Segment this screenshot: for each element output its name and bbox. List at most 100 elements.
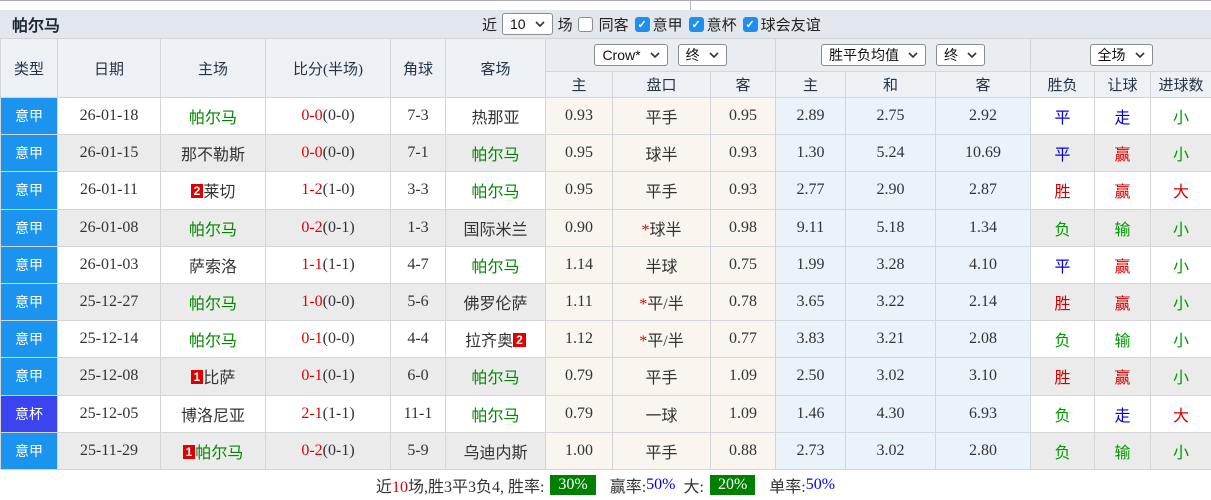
result-cell: 负 bbox=[1030, 208, 1095, 247]
avg-time-select[interactable]: 终 bbox=[936, 44, 985, 66]
corner-cell: 7-1 bbox=[390, 134, 446, 173]
full-match-select[interactable]: 全场 bbox=[1089, 44, 1153, 66]
single-label: 单率: bbox=[769, 479, 806, 496]
goals-result-cell: 小 bbox=[1149, 134, 1211, 173]
league-cell: 意甲 bbox=[0, 171, 58, 210]
corner-cell: 7-3 bbox=[390, 96, 446, 136]
away-team-cell: 乌迪内斯 bbox=[445, 431, 546, 471]
corner-cell: 11-1 bbox=[390, 394, 446, 433]
odds-company-select[interactable]: Crow* bbox=[594, 44, 668, 66]
avg-draw-odds-cell: 3.28 bbox=[845, 245, 936, 284]
odds-company-value: Crow* bbox=[602, 47, 641, 63]
goals-result-cell: 小 bbox=[1149, 245, 1211, 284]
avg-draw-odds-cell: 3.02 bbox=[845, 357, 936, 396]
result-cell: 胜 bbox=[1030, 282, 1095, 322]
crow-away-odds-cell: 1.09 bbox=[710, 357, 776, 396]
filter-checkbox-1[interactable]: ✓ 意甲 bbox=[634, 14, 683, 35]
league-cell: 意甲 bbox=[0, 96, 58, 136]
table-body: 意甲 26-01-18 帕尔马 0-0(0-0) 7-3 热那亚 0.93 平手 0.95 2.8… bbox=[0, 96, 1211, 471]
result-cell: 平 bbox=[1030, 96, 1095, 136]
red-card-badge: 1 bbox=[182, 444, 196, 459]
col-header-away: 客场 bbox=[445, 38, 546, 98]
avg-away-odds-cell: 2.80 bbox=[935, 431, 1031, 471]
team-name: 拉齐奥 bbox=[465, 333, 514, 351]
goals-result-cell: 小 bbox=[1149, 96, 1211, 136]
handicap-result-cell: 赢 bbox=[1094, 171, 1151, 210]
avg-home-odds-cell: 1.99 bbox=[775, 245, 846, 284]
goals-result-cell: 小 bbox=[1149, 282, 1211, 322]
crow-away-odds-cell: 0.95 bbox=[710, 96, 776, 136]
corner-cell: 5-6 bbox=[390, 282, 446, 322]
team-name: 帕尔马 bbox=[188, 333, 237, 351]
goals-result-cell: 大 bbox=[1149, 171, 1211, 210]
halftime-score: (1-1) bbox=[322, 255, 355, 273]
unit-label: 场 bbox=[557, 16, 573, 34]
fulltime-score: 1-1 bbox=[301, 255, 323, 273]
handicap-star: * bbox=[641, 221, 650, 239]
col-header-date: 日期 bbox=[57, 38, 161, 98]
avg-away-odds-cell: 2.92 bbox=[935, 96, 1031, 136]
home-team-cell: 帕尔马 bbox=[160, 320, 266, 359]
avg-draw-odds-cell: 2.75 bbox=[845, 96, 936, 136]
recent-count-value: 10 bbox=[510, 16, 526, 32]
league-cell: 意甲 bbox=[0, 134, 58, 173]
halftime-score: (0-1) bbox=[322, 367, 355, 385]
corner-cell: 5-9 bbox=[390, 431, 446, 471]
avg-home-odds-cell: 1.30 bbox=[775, 134, 846, 173]
avg-home-odds-cell: 1.46 bbox=[775, 394, 846, 433]
team-name: 国际米兰 bbox=[463, 221, 528, 239]
handicap-result-cell: 赢 bbox=[1094, 245, 1151, 284]
crow-home-odds-cell: 0.95 bbox=[545, 171, 613, 210]
filter-controls: 近 10 场 同客 ✓ 意甲 ✓ 意杯 ✓ 球会友谊 bbox=[482, 10, 821, 38]
goals-result-cell: 小 bbox=[1149, 431, 1211, 471]
fulltime-score: 2-1 bbox=[301, 404, 323, 422]
league-cell: 意甲 bbox=[0, 431, 58, 471]
checkbox-checked-icon[interactable]: ✓ bbox=[634, 16, 650, 32]
avg-draw-odds-cell: 3.22 bbox=[845, 282, 936, 322]
avg-draw-odds-cell: 5.18 bbox=[845, 208, 936, 247]
handicap-star: * bbox=[639, 296, 648, 314]
home-team-cell: 博洛尼亚 bbox=[160, 394, 266, 433]
team-name: 莱切 bbox=[203, 184, 236, 202]
handicap-cell: 平手 bbox=[612, 431, 711, 471]
avg-odds-select[interactable]: 胜平负均值 bbox=[821, 44, 926, 66]
handicap-win-pct: 50% bbox=[646, 476, 676, 493]
checkbox-checked-icon[interactable]: ✓ bbox=[688, 16, 704, 32]
fulltime-score: 0-0 bbox=[301, 107, 323, 125]
filter-checkbox-2[interactable]: ✓ 意杯 bbox=[688, 14, 737, 35]
red-card-badge: 2 bbox=[190, 184, 204, 199]
handicap-cell: *球半 bbox=[612, 208, 711, 247]
red-card-badge: 2 bbox=[513, 333, 526, 348]
corner-cell: 3-3 bbox=[390, 171, 446, 210]
recent-count-select[interactable]: 10 bbox=[502, 13, 553, 35]
odds-time-select[interactable]: 终 bbox=[677, 44, 727, 66]
big-rate-badge: 20% bbox=[709, 475, 756, 495]
home-team-cell: 帕尔马 bbox=[160, 96, 266, 136]
halftime-score: (0-0) bbox=[322, 330, 355, 348]
checkbox-unchecked-icon[interactable] bbox=[577, 16, 593, 32]
crow-home-odds-cell: 1.14 bbox=[545, 245, 613, 284]
match-row: 意甲 26-01-03 萨索洛 1-1(1-1) 4-7 帕尔马 1.14 半球 0.75 1.9… bbox=[0, 245, 1211, 284]
result-cell: 负 bbox=[1030, 431, 1095, 471]
match-history-panel: 帕尔马 近 10 场 同客 ✓ 意甲 ✓ 意杯 ✓ 球会友谊 类型 日期 主场 比分(半场)… bbox=[0, 0, 1211, 500]
subheader-crow-away: 客 bbox=[710, 71, 776, 98]
filter-checkbox-0[interactable]: 同客 bbox=[577, 14, 629, 35]
match-row: 意甲 25-11-29 1 帕尔马 0-2(0-1) 5-9 乌迪内斯 1.00 平手 0.88 2… bbox=[0, 431, 1211, 471]
result-cell: 胜 bbox=[1030, 357, 1095, 396]
avg-away-odds-cell: 2.87 bbox=[935, 171, 1031, 210]
match-row: 意甲 25-12-08 1 比萨 0-1(0-1) 6-0 帕尔马 0.79 平手 1.09 2.5… bbox=[0, 357, 1211, 396]
league-cell: 意甲 bbox=[0, 320, 58, 359]
fulltime-score: 0-1 bbox=[301, 330, 323, 348]
top-strip bbox=[0, 0, 1211, 10]
avg-home-odds-cell: 2.77 bbox=[775, 171, 846, 210]
score-cell: 0-1(0-0) bbox=[265, 320, 391, 359]
crow-away-odds-cell: 0.98 bbox=[710, 208, 776, 247]
filter-checkbox-3[interactable]: ✓ 球会友谊 bbox=[742, 14, 821, 35]
handicap-cell: *平/半 bbox=[612, 282, 711, 322]
goals-result-cell: 大 bbox=[1149, 394, 1211, 433]
avg-odds-value: 胜平负均值 bbox=[829, 47, 899, 63]
league-cell: 意甲 bbox=[0, 245, 58, 284]
checkbox-checked-icon[interactable]: ✓ bbox=[742, 16, 758, 32]
avg-draw-odds-cell: 4.30 bbox=[845, 394, 936, 433]
away-team-cell: 拉齐奥 2 bbox=[445, 320, 546, 359]
